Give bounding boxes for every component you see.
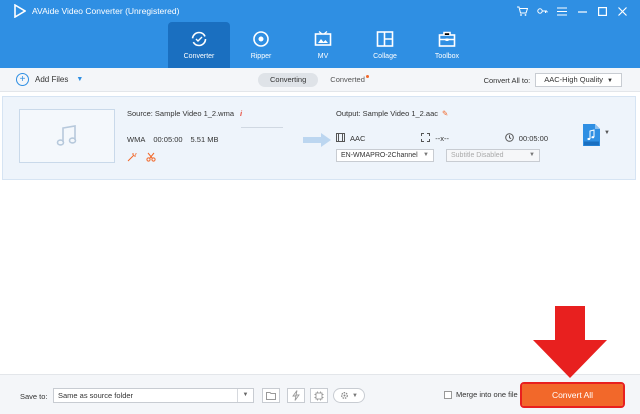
- chevron-down-icon: ▼: [529, 152, 535, 158]
- tab-ripper-label: Ripper: [250, 53, 272, 60]
- scissors-icon[interactable]: [146, 152, 156, 165]
- magic-wand-icon[interactable]: [127, 152, 137, 165]
- clock-icon: [504, 133, 514, 144]
- convert-all-to-value: AAC-High Quality: [544, 75, 604, 84]
- save-to-select[interactable]: Same as source folder ▼: [53, 388, 254, 403]
- chevron-down-icon: ▼: [423, 152, 429, 158]
- output-format-group: AAC: [336, 133, 365, 144]
- subtitle-select[interactable]: Subtitle Disabled ▼: [446, 149, 540, 162]
- merge-checkbox[interactable]: [444, 390, 452, 399]
- settings-dropdown[interactable]: ▼: [333, 388, 365, 403]
- chevron-down-icon: ▼: [607, 78, 613, 84]
- source-size: 5.51 MB: [190, 135, 219, 144]
- chevron-down-icon: ▼: [352, 392, 358, 399]
- audio-track-select[interactable]: EN-WMAPRO-2Channel ▼: [336, 149, 434, 162]
- aac-format-icon[interactable]: [581, 123, 601, 147]
- tab-converted[interactable]: Converted: [318, 73, 381, 87]
- key-icon[interactable]: [532, 3, 552, 19]
- mv-icon: [314, 31, 332, 46]
- output-duration: 00:05:00: [518, 134, 548, 143]
- source-name-text: Source: Sample Video 1_2.wma: [127, 109, 235, 118]
- maximize-icon[interactable]: [592, 3, 612, 19]
- file-item: Source: Sample Video 1_2.wma i WMA 00:05:…: [2, 96, 636, 180]
- main-nav: Converter Ripper MV Collage Toolbox: [168, 22, 478, 68]
- film-icon: [336, 133, 345, 144]
- source-name: Source: Sample Video 1_2.wma i: [127, 109, 242, 118]
- open-folder-button[interactable]: [262, 388, 280, 403]
- cpu-off-icon: [314, 391, 324, 400]
- menu-icon[interactable]: [552, 3, 572, 19]
- callout-arrow-icon: [533, 306, 607, 378]
- toolbox-icon: [438, 31, 456, 47]
- save-to-label: Save to:: [20, 392, 48, 401]
- plus-icon: +: [16, 73, 29, 86]
- convert-all-to-select[interactable]: AAC-High Quality ▼: [535, 73, 622, 87]
- resize-icon: [421, 133, 431, 144]
- output-selects: EN-WMAPRO-2Channel ▼ Subtitle Disabled ▼: [336, 149, 540, 162]
- chevron-down-icon[interactable]: ▼: [76, 76, 83, 83]
- convert-all-to-label: Convert All to:: [483, 75, 531, 85]
- sub-toolbar: + Add Files ▼ Converting Converted Conve…: [0, 68, 640, 92]
- file-thumbnail[interactable]: [19, 109, 115, 163]
- status-tabs: Converting Converted: [258, 73, 381, 87]
- source-duration: 00:05:00: [153, 135, 183, 144]
- notification-dot: [365, 75, 369, 78]
- tab-converted-label: Converted: [330, 75, 365, 84]
- source-meta: WMA 00:05:00 5.51 MB: [127, 135, 226, 144]
- music-note-icon: [56, 125, 77, 146]
- convert-all-button[interactable]: Convert All: [520, 382, 625, 408]
- tab-converting[interactable]: Converting: [258, 73, 319, 87]
- merge-option[interactable]: Merge into one file: [444, 390, 518, 399]
- app-logo-icon: [14, 4, 26, 18]
- gpu-accel-button[interactable]: [287, 388, 305, 403]
- chevron-down-icon[interactable]: ▼: [604, 130, 610, 136]
- tab-mv-label: MV: [317, 53, 329, 60]
- output-duration-group: 00:05:00: [504, 133, 548, 144]
- source-format: WMA: [127, 135, 146, 144]
- add-files-button[interactable]: + Add Files ▼: [16, 73, 83, 86]
- close-icon[interactable]: [612, 3, 632, 19]
- add-files-label: Add Files: [35, 75, 69, 84]
- audio-track-value: EN-WMAPRO-2Channel: [341, 152, 418, 159]
- folder-icon: [266, 392, 276, 400]
- tab-collage[interactable]: Collage: [354, 22, 416, 66]
- collage-icon: [376, 31, 394, 47]
- tab-collage-label: Collage: [373, 53, 397, 60]
- ripper-icon: [253, 31, 269, 47]
- title-bar: AVAide Video Converter (Unregistered): [0, 0, 640, 22]
- lightning-off-icon: [292, 390, 300, 401]
- source-actions: [127, 152, 165, 165]
- output-resolution: --x--: [435, 134, 449, 143]
- info-icon[interactable]: i: [240, 109, 242, 118]
- bottom-bar: Save to: Same as source folder ▼ ▼ Merge…: [0, 374, 640, 414]
- output-name-text: Output: Sample Video 1_2.aac: [336, 109, 439, 118]
- minimize-icon[interactable]: [572, 3, 592, 19]
- output-meta: AAC --x-- 00:05:00: [336, 133, 548, 144]
- tab-ripper[interactable]: Ripper: [230, 22, 292, 66]
- gear-icon: [341, 392, 348, 399]
- tab-converter-label: Converter: [183, 53, 215, 60]
- output-name: Output: Sample Video 1_2.aac ✎: [336, 109, 448, 118]
- tab-toolbox[interactable]: Toolbox: [416, 22, 478, 66]
- edit-icon[interactable]: ✎: [442, 109, 448, 118]
- tab-converter[interactable]: Converter: [168, 22, 230, 68]
- save-to-value: Same as source folder: [58, 391, 134, 400]
- convert-all-to: Convert All to: AAC-High Quality ▼: [484, 73, 622, 87]
- merge-label: Merge into one file: [456, 390, 518, 399]
- output-resolution-group: --x--: [421, 133, 449, 144]
- output-format: AAC: [350, 134, 366, 143]
- arrow-right-icon: [303, 133, 331, 147]
- divider: [241, 127, 283, 128]
- tab-mv[interactable]: MV: [292, 22, 354, 66]
- app-title: AVAide Video Converter (Unregistered): [32, 6, 180, 16]
- hardware-accel-button[interactable]: [310, 388, 328, 403]
- window-controls: [512, 3, 632, 19]
- converter-icon: [191, 31, 207, 47]
- header-bar: AVAide Video Converter (Unregistered) Co…: [0, 0, 640, 68]
- subtitle-value: Subtitle Disabled: [451, 152, 504, 159]
- cart-icon[interactable]: [512, 3, 532, 19]
- chevron-down-icon[interactable]: ▼: [237, 389, 253, 402]
- tab-toolbox-label: Toolbox: [434, 53, 460, 60]
